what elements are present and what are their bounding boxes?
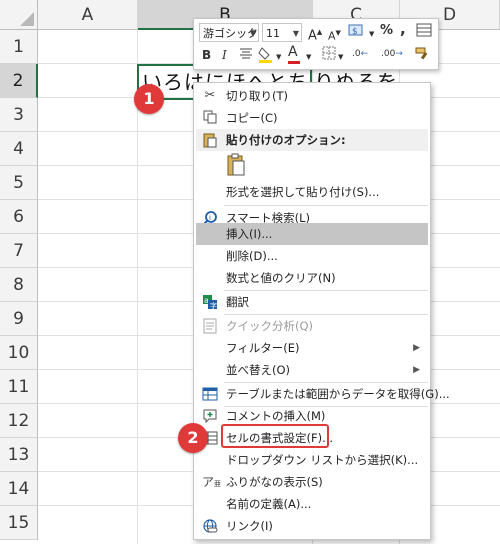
chevron-down-icon[interactable]: ▼ xyxy=(276,48,281,66)
scissors-icon: ✂ xyxy=(204,88,216,103)
furigana-icon: ア亜 xyxy=(202,475,222,489)
menu-item-paste-special[interactable]: 形式を選択して貼り付け(S)... xyxy=(196,181,428,203)
row-header-14[interactable]: 14 xyxy=(0,472,38,506)
chevron-down-icon[interactable]: ▼ xyxy=(369,25,374,43)
chevron-down-icon[interactable]: ▼ xyxy=(338,48,343,66)
menu-separator xyxy=(224,205,428,206)
svg-text:$: $ xyxy=(352,27,358,37)
menu-item-get-data-from-table[interactable]: テーブルまたは範囲からデータを取得(G)... xyxy=(196,383,450,405)
row-header-13[interactable]: 13 xyxy=(0,438,38,472)
column-header-a[interactable]: A xyxy=(38,0,138,30)
table-icon xyxy=(202,386,218,402)
annotation-badge-2: 2 xyxy=(178,423,208,453)
context-menu: ✂ 切り取り(T) コピー(C) 貼り付けのオプション: 形式を選択して貼り付け… xyxy=(193,82,450,540)
row-header-6[interactable]: 6 xyxy=(0,200,38,234)
format-painter-icon[interactable] xyxy=(414,46,430,67)
row-header-9[interactable]: 9 xyxy=(0,302,38,336)
paste-icon xyxy=(202,132,218,148)
menu-item-clear-contents[interactable]: 数式と値のクリア(N) xyxy=(196,267,428,289)
chevron-down-icon: ▼ xyxy=(292,29,299,38)
percent-style-icon[interactable]: % xyxy=(380,22,393,40)
row-header-1[interactable]: 1 xyxy=(0,30,38,64)
menu-item-copy[interactable]: コピー(C) xyxy=(196,107,428,129)
menu-item-insert[interactable]: 挿入(I)... xyxy=(196,223,428,245)
row-header-12[interactable]: 12 xyxy=(0,404,38,438)
borders-icon[interactable] xyxy=(322,46,336,65)
menu-item-cut[interactable]: ✂ 切り取り(T) xyxy=(196,85,428,107)
row-header-3[interactable]: 3 xyxy=(0,98,38,132)
format-painter-table-icon[interactable] xyxy=(416,22,432,43)
select-all-corner[interactable] xyxy=(0,0,38,30)
font-size-box[interactable]: 11 ▼ xyxy=(262,23,302,42)
menu-item-show-furigana[interactable]: ア亜 ふりがなの表示(S) xyxy=(196,471,428,493)
accounting-format-icon[interactable]: $ xyxy=(348,22,366,43)
comment-icon xyxy=(202,408,218,424)
menu-item-sort[interactable]: 並べ替え(O) ▶ xyxy=(196,359,428,381)
chevron-down-icon: ▼ xyxy=(249,29,256,38)
annotation-highlight-box xyxy=(221,424,329,448)
decrease-decimal-icon[interactable]: .00→ xyxy=(381,45,403,63)
menu-item-delete[interactable]: 削除(D)... xyxy=(196,245,428,267)
font-color-icon[interactable]: A xyxy=(288,43,300,64)
row-header-4[interactable]: 4 xyxy=(0,132,38,166)
svg-text:字: 字 xyxy=(210,301,217,310)
row-header-8[interactable]: 8 xyxy=(0,268,38,302)
paste-options-header: 貼り付けのオプション: xyxy=(196,129,428,151)
grow-font-icon[interactable]: A▲ xyxy=(308,23,322,45)
row-header-7[interactable]: 7 xyxy=(0,234,38,268)
chevron-right-icon: ▶ xyxy=(413,343,420,353)
shrink-font-icon[interactable]: A▼ xyxy=(328,24,341,46)
menu-item-quick-analysis: クイック分析(Q) xyxy=(196,315,428,337)
row-header-2[interactable]: 2 xyxy=(0,64,38,98)
paste-option-icon[interactable] xyxy=(226,153,246,180)
comma-style-icon[interactable]: , xyxy=(400,20,406,38)
row-header-11[interactable]: 11 xyxy=(0,370,38,404)
mini-toolbar: 游ゴシック ▼ 11 ▼ A▲ A▼ $ ▼ % , B I ▼ A ▼ ▼ .… xyxy=(193,18,439,70)
increase-decimal-icon[interactable]: .0← xyxy=(352,45,368,63)
translate-icon: a字 xyxy=(202,294,218,310)
row-header-15[interactable]: 15 xyxy=(0,506,38,540)
paste-option-button[interactable] xyxy=(196,151,428,179)
font-name-box[interactable]: 游ゴシック ▼ xyxy=(199,23,259,42)
link-icon xyxy=(202,518,218,534)
menu-item-translate[interactable]: a字 翻訳 xyxy=(196,291,428,313)
copy-icon xyxy=(202,110,218,126)
menu-item-pick-from-dropdown[interactable]: ドロップダウン リストから選択(K)... xyxy=(196,449,428,471)
bold-icon[interactable]: B xyxy=(202,46,211,64)
quick-analysis-icon xyxy=(202,318,218,334)
chevron-down-icon[interactable]: ▼ xyxy=(306,48,311,66)
menu-item-link[interactable]: リンク(I) xyxy=(196,515,428,537)
svg-text:i: i xyxy=(209,214,211,222)
annotation-badge-1: 1 xyxy=(134,84,164,114)
align-center-icon[interactable] xyxy=(239,46,253,65)
chevron-right-icon: ▶ xyxy=(413,365,420,375)
row-header-5[interactable]: 5 xyxy=(0,166,38,200)
italic-icon[interactable]: I xyxy=(222,46,227,64)
row-header-10[interactable]: 10 xyxy=(0,336,38,370)
fill-color-icon[interactable] xyxy=(258,46,274,69)
font-size-value: 11 xyxy=(266,27,280,40)
menu-item-filter[interactable]: フィルター(E) ▶ xyxy=(196,337,428,359)
menu-item-define-name[interactable]: 名前の定義(A)... xyxy=(196,493,428,515)
